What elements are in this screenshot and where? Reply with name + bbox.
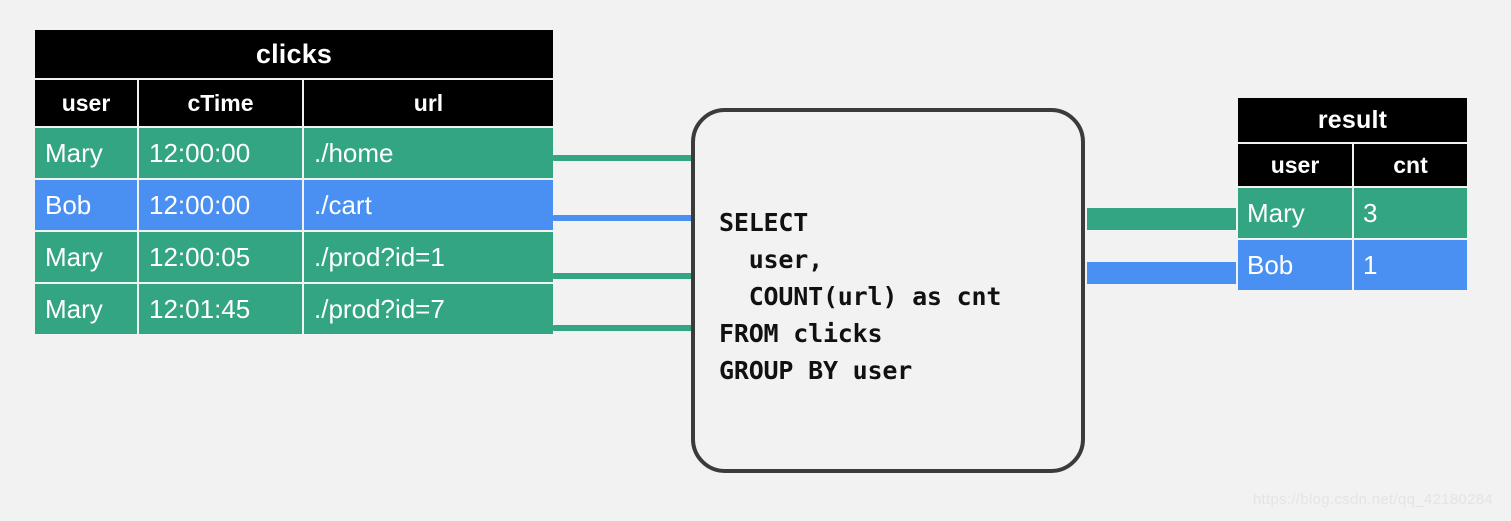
diagram-canvas: clicks user cTime url Mary 12:00:00 ./ho… xyxy=(0,0,1511,521)
result-cell-cnt: 3 xyxy=(1354,188,1467,238)
sql-query-text: SELECT user, COUNT(url) as cnt FROM clic… xyxy=(719,208,1002,385)
result-cell-cnt: 1 xyxy=(1354,240,1467,290)
table-row: Mary 12:00:05 ./prod?id=1 xyxy=(35,232,553,282)
clicks-cell-ctime: 12:00:00 xyxy=(139,128,302,178)
clicks-cell-url: ./home xyxy=(304,128,553,178)
output-arrow-line xyxy=(1087,216,1218,222)
sql-query-box: SELECT user, COUNT(url) as cnt FROM clic… xyxy=(691,108,1085,473)
connector-line-row-2 xyxy=(553,215,693,221)
watermark-text: https://blog.csdn.net/qq_42180284 xyxy=(1252,491,1493,508)
result-cell-user: Mary xyxy=(1238,188,1352,238)
clicks-column-header-url: url xyxy=(304,80,553,126)
clicks-cell-user: Mary xyxy=(35,232,137,282)
table-row: Mary 12:00:00 ./home xyxy=(35,128,553,178)
output-arrow-line xyxy=(1087,270,1218,276)
clicks-cell-url: ./prod?id=7 xyxy=(304,284,553,334)
table-row: Bob 1 xyxy=(1238,240,1467,290)
connector-line-row-4 xyxy=(553,325,693,331)
arrow-head-icon xyxy=(1218,262,1236,284)
result-table-header-row: user cnt xyxy=(1238,144,1467,186)
clicks-column-header-user: user xyxy=(35,80,137,126)
result-column-header-cnt: cnt xyxy=(1354,144,1467,186)
table-row: Mary 12:01:45 ./prod?id=7 xyxy=(35,284,553,334)
clicks-table: clicks user cTime url Mary 12:00:00 ./ho… xyxy=(33,28,555,336)
clicks-cell-ctime: 12:01:45 xyxy=(139,284,302,334)
clicks-cell-user: Mary xyxy=(35,284,137,334)
result-cell-user: Bob xyxy=(1238,240,1352,290)
clicks-column-header-ctime: cTime xyxy=(139,80,302,126)
output-arrow-bob xyxy=(1087,262,1236,284)
clicks-cell-user: Bob xyxy=(35,180,137,230)
clicks-table-header-row: user cTime url xyxy=(35,80,553,126)
result-column-header-user: user xyxy=(1238,144,1352,186)
clicks-cell-url: ./cart xyxy=(304,180,553,230)
clicks-cell-ctime: 12:00:05 xyxy=(139,232,302,282)
connector-line-row-3 xyxy=(553,273,693,279)
output-arrow-mary xyxy=(1087,208,1236,230)
clicks-table-title-row: clicks xyxy=(35,30,553,78)
clicks-cell-url: ./prod?id=1 xyxy=(304,232,553,282)
table-row: Bob 12:00:00 ./cart xyxy=(35,180,553,230)
clicks-table-name: clicks xyxy=(35,30,553,78)
result-table-title-row: result xyxy=(1238,98,1467,142)
result-table-name: result xyxy=(1238,98,1467,142)
result-table: result user cnt Mary 3 Bob 1 xyxy=(1236,96,1469,292)
table-row: Mary 3 xyxy=(1238,188,1467,238)
clicks-cell-ctime: 12:00:00 xyxy=(139,180,302,230)
arrow-head-icon xyxy=(1218,208,1236,230)
connector-line-row-1 xyxy=(553,155,693,161)
clicks-cell-user: Mary xyxy=(35,128,137,178)
